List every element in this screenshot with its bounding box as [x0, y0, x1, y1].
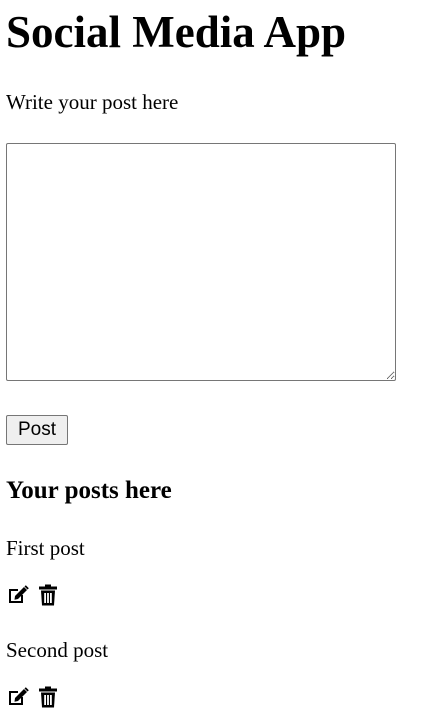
- post-text: Second post: [6, 638, 109, 662]
- app-title: Social Media App: [6, 7, 347, 57]
- post-button[interactable]: Post: [6, 415, 69, 445]
- post-input[interactable]: [6, 143, 396, 381]
- post-text: First post: [6, 536, 85, 560]
- post-input-label: Write your post here: [6, 90, 179, 114]
- post-actions: [6, 685, 60, 709]
- trash-icon[interactable]: [36, 685, 60, 709]
- posts-heading: Your posts here: [6, 477, 172, 504]
- post-actions: [6, 583, 60, 607]
- edit-icon[interactable]: [6, 685, 30, 709]
- edit-icon[interactable]: [6, 583, 30, 607]
- trash-icon[interactable]: [36, 583, 60, 607]
